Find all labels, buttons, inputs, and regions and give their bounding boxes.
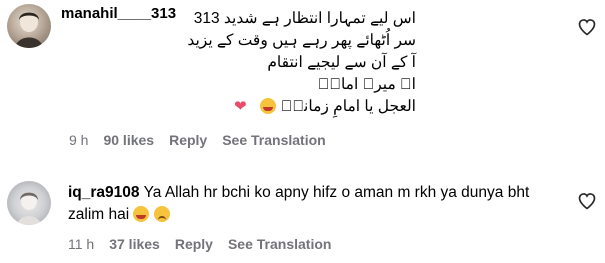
comment-time: 11 h bbox=[68, 236, 95, 252]
reply-button[interactable]: Reply bbox=[175, 236, 213, 252]
crying-face-emoji-icon bbox=[133, 206, 150, 222]
avatar[interactable] bbox=[7, 181, 51, 225]
crying-face-emoji-icon bbox=[260, 98, 277, 114]
comment-time: 9 h bbox=[69, 132, 89, 148]
comment-body: اس لیے تمہارا انتظار ہے شدید 313 سر اُٹھ… bbox=[86, 8, 416, 118]
reply-button[interactable]: Reply bbox=[169, 132, 207, 148]
comment-line: سر اُٹھائے پھر رہے ہیں وقت کے یزید bbox=[187, 32, 416, 49]
see-translation-button[interactable]: See Translation bbox=[222, 132, 325, 148]
comment-line: اے میرے امامؑ bbox=[317, 76, 416, 93]
comment-username[interactable]: iq_ra9108 bbox=[68, 184, 140, 201]
comment-line: اس لیے تمہارا انتظار ہے شدید 313 bbox=[193, 10, 416, 27]
mending-heart-emoji-icon bbox=[234, 96, 256, 118]
comment-meta: 11 h 37 likes Reply See Translation bbox=[68, 236, 346, 252]
comment-line-text: العجل یا امامِ زمانہؑ bbox=[280, 98, 416, 115]
heart-outline-icon[interactable] bbox=[577, 191, 599, 213]
comment-body: iq_ra9108 Ya Allah hr bchi ko apny hifz … bbox=[68, 182, 568, 226]
heart-outline-icon[interactable] bbox=[577, 17, 599, 39]
comment-line-last: العجل یا امامِ زمانہؑ bbox=[86, 96, 416, 118]
likes-count[interactable]: 90 likes bbox=[103, 132, 154, 148]
avatar[interactable] bbox=[7, 4, 51, 48]
see-translation-button[interactable]: See Translation bbox=[228, 236, 331, 252]
disappointed-face-emoji-icon bbox=[153, 206, 170, 222]
likes-count[interactable]: 37 likes bbox=[109, 236, 160, 252]
comment-line: آ کے آن سے لیجیے انتقام bbox=[267, 54, 416, 71]
comment-meta: 9 h 90 likes Reply See Translation bbox=[69, 132, 341, 148]
